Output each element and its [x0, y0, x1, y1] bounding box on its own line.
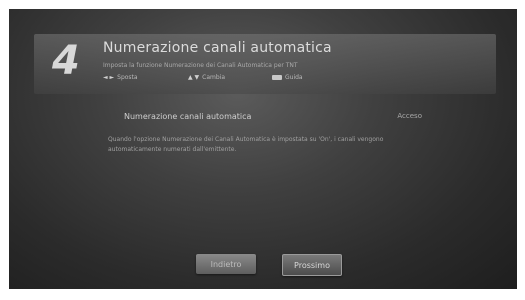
up-down-arrows-icon: ▲ ▼	[188, 74, 200, 81]
back-button[interactable]: Indietro	[196, 254, 256, 274]
setting-value[interactable]: Acceso	[397, 112, 422, 120]
legend-move: ◄ ► Sposta	[103, 74, 138, 81]
guide-key-icon	[272, 75, 282, 80]
legend-change: ▲ ▼ Cambia	[188, 74, 225, 81]
setting-auto-numbering[interactable]: Numerazione canali automatica Acceso	[112, 109, 422, 123]
setting-label: Numerazione canali automatica	[124, 111, 252, 121]
page-title: Numerazione canali automatica	[103, 40, 332, 56]
help-text: Quando l'opzione Numerazione dei Canali …	[108, 136, 384, 153]
next-button[interactable]: Prossimo	[282, 254, 342, 276]
step-number: 4	[52, 38, 80, 84]
left-right-arrows-icon: ◄ ►	[103, 74, 115, 81]
legend-guide-label: Guida	[285, 74, 303, 81]
page-subtitle: Imposta la funzione Numerazione dei Cana…	[103, 62, 298, 69]
legend-guide: Guida	[272, 74, 303, 81]
legend-move-label: Sposta	[117, 74, 138, 81]
legend-change-label: Cambia	[202, 74, 226, 81]
